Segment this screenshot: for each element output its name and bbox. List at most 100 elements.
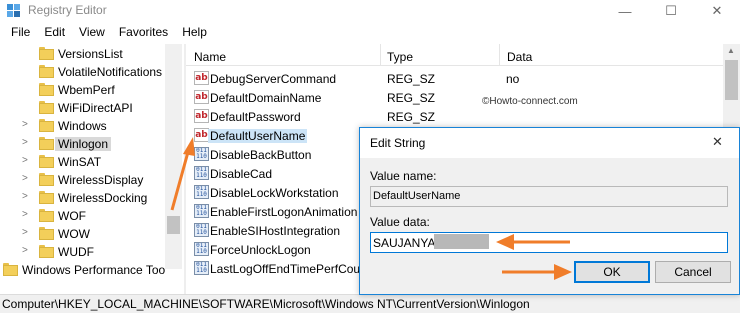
tree-item[interactable]: > WUDF <box>0 243 182 261</box>
binary-value-icon: 011 110 <box>194 204 209 218</box>
column-divider[interactable] <box>499 44 500 66</box>
folder-icon <box>39 191 54 204</box>
tree-item[interactable]: Windows Performance Too <box>0 261 165 279</box>
column-divider[interactable] <box>380 44 381 66</box>
chevron-right-icon[interactable]: > <box>22 137 32 148</box>
menu-help[interactable]: Help <box>175 25 214 39</box>
window-title: Registry Editor <box>28 3 107 17</box>
status-bar: Computer\HKEY_LOCAL_MACHINE\SOFTWARE\Mic… <box>0 294 740 313</box>
value-type: REG_SZ <box>387 110 436 124</box>
cancel-button[interactable]: Cancel <box>655 261 731 283</box>
tree-item[interactable]: > WOW <box>0 225 182 243</box>
dialog-title-bar: Edit String ✕ <box>360 128 739 158</box>
chevron-right-icon[interactable]: > <box>22 227 32 238</box>
folder-icon <box>39 101 54 114</box>
chevron-right-icon[interactable]: > <box>22 119 32 130</box>
tree-item-label: Winlogon <box>55 137 112 151</box>
tree-item[interactable]: > Windows <box>0 117 182 135</box>
binary-value-icon: 011 110 <box>194 147 209 161</box>
title-bar: Registry Editor — ☐ ✕ <box>0 0 740 22</box>
tree-item-label: Windows Performance Too <box>22 263 166 277</box>
tree-item[interactable]: WbemPerf <box>0 81 182 99</box>
string-value-icon: ab <box>194 71 209 85</box>
value-name: DefaultPassword <box>210 110 301 124</box>
tree-scrollbar-thumb[interactable] <box>167 216 180 234</box>
folder-icon <box>39 65 54 78</box>
menu-file[interactable]: File <box>4 25 37 39</box>
binary-value-icon: 011 110 <box>194 261 209 275</box>
maximize-button[interactable]: ☐ <box>648 0 694 22</box>
column-header-data[interactable]: Data <box>507 50 532 64</box>
folder-icon <box>3 263 18 276</box>
scroll-up-icon[interactable]: ▲ <box>727 46 735 55</box>
chevron-right-icon[interactable]: > <box>22 209 32 220</box>
string-value-icon: ab <box>194 128 209 142</box>
chevron-right-icon[interactable]: > <box>22 191 32 202</box>
tree-item-label: WinSAT <box>58 155 102 169</box>
tree-item-label: WOW <box>58 227 90 241</box>
string-value-icon: ab <box>194 90 209 104</box>
binary-value-icon: 011 110 <box>194 185 209 199</box>
key-path: Computer\HKEY_LOCAL_MACHINE\SOFTWARE\Mic… <box>2 297 530 311</box>
folder-icon <box>39 155 54 168</box>
menu-favorites[interactable]: Favorites <box>112 25 175 39</box>
tree-item[interactable]: WiFiDirectAPI <box>0 99 182 117</box>
tree-item[interactable]: > WirelessDisplay <box>0 171 182 189</box>
dialog-close-button[interactable]: ✕ <box>712 134 723 150</box>
value-name: DisableLockWorkstation <box>210 186 339 200</box>
value-name: LastLogOffEndTimePerfCou <box>210 262 361 276</box>
value-row[interactable]: ab DebugServerCommand REG_SZ no <box>186 69 740 88</box>
value-name: EnableFirstLogonAnimation <box>210 205 358 219</box>
tree-item[interactable]: VolatileNotifications <box>0 63 182 81</box>
column-header-name[interactable]: Name <box>194 50 226 64</box>
value-row[interactable]: ab DefaultPassword REG_SZ <box>186 107 740 126</box>
tree-item-label: WirelessDisplay <box>58 173 144 187</box>
tree-item-label: Windows <box>58 119 107 133</box>
value-data-input[interactable] <box>370 232 728 253</box>
value-type: REG_SZ <box>387 91 436 105</box>
chevron-right-icon[interactable]: > <box>22 173 32 184</box>
close-button[interactable]: ✕ <box>694 0 740 22</box>
minimize-button[interactable]: — <box>602 0 648 22</box>
menu-view[interactable]: View <box>72 25 112 39</box>
tree-item[interactable]: > WirelessDocking <box>0 189 182 207</box>
folder-icon <box>39 209 54 222</box>
chevron-right-icon[interactable]: > <box>22 155 32 166</box>
tree-item-label: VersionsList <box>58 47 123 61</box>
binary-value-icon: 011 110 <box>194 223 209 237</box>
registry-editor-icon <box>7 4 20 17</box>
tree-scrollbar[interactable] <box>165 44 182 269</box>
folder-icon <box>39 227 54 240</box>
key-tree[interactable]: VersionsList VolatileNotifications WbemP… <box>0 44 182 294</box>
value-name-field: DefaultUserName <box>370 186 728 207</box>
menu-edit[interactable]: Edit <box>37 25 72 39</box>
value-type: REG_SZ <box>387 72 436 86</box>
menu-bar: File Edit View Favorites Help <box>0 22 740 42</box>
tree-item-label: VolatileNotifications <box>58 65 163 79</box>
value-name: EnableSIHostIntegration <box>210 224 341 238</box>
folder-icon <box>39 83 54 96</box>
value-data-label: Value data: <box>370 215 430 229</box>
dialog-title: Edit String <box>370 136 426 150</box>
value-name: ForceUnlockLogon <box>210 243 311 257</box>
folder-icon <box>39 173 54 186</box>
value-name: DebugServerCommand <box>210 72 337 86</box>
redacted-text-block <box>434 234 489 249</box>
tree-item[interactable]: VersionsList <box>0 45 182 63</box>
tree-item-label: WiFiDirectAPI <box>58 101 133 115</box>
binary-value-icon: 011 110 <box>194 166 209 180</box>
value-name: DefaultUserName <box>208 129 308 143</box>
tree-item-label: WirelessDocking <box>58 191 148 205</box>
value-name: DisableBackButton <box>210 148 312 162</box>
list-scrollbar-thumb[interactable] <box>725 60 738 100</box>
tree-item[interactable]: > WOF <box>0 207 182 225</box>
value-name-label: Value name: <box>370 169 437 183</box>
value-row[interactable]: ab DefaultDomainName REG_SZ <box>186 88 740 107</box>
tree-item[interactable]: > WinSAT <box>0 153 182 171</box>
tree-item-winlogon[interactable]: > Winlogon <box>0 135 182 153</box>
column-header-type[interactable]: Type <box>387 50 413 64</box>
chevron-right-icon[interactable]: > <box>22 245 32 256</box>
ok-button[interactable]: OK <box>574 261 650 283</box>
value-data: no <box>506 72 520 86</box>
string-value-icon: ab <box>194 109 209 123</box>
